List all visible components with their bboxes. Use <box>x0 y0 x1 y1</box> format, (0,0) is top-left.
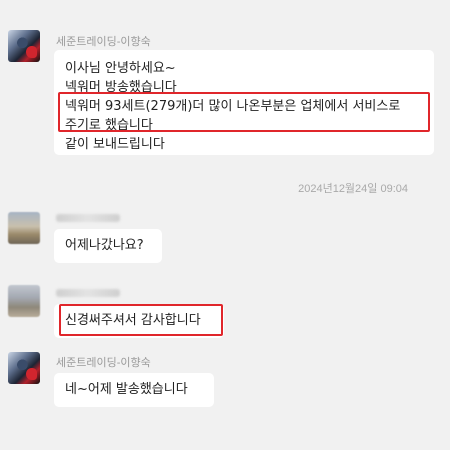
message-line: 어제나갔나요? <box>65 238 144 253</box>
avatar[interactable] <box>8 30 40 62</box>
highlight-box <box>59 304 223 336</box>
message-line: 이사님 안녕하세요~ <box>65 61 176 76</box>
message-line: 같이 보내드립니다 <box>65 137 165 152</box>
avatar[interactable] <box>8 285 40 317</box>
message-bubble[interactable]: 네~어제 발송했습니다 <box>54 373 214 407</box>
avatar[interactable] <box>8 212 40 244</box>
sender-name: 세준트레이딩-이향숙 <box>56 36 151 48</box>
avatar[interactable] <box>8 352 40 384</box>
timestamp: 2024년12월24일 09:04 <box>298 183 408 195</box>
highlight-box <box>58 92 430 132</box>
sender-name-blurred <box>56 289 120 297</box>
message-line: 네~어제 발송했습니다 <box>65 382 188 397</box>
sender-name: 세준트레이딩-이향숙 <box>56 357 151 369</box>
sender-name-blurred <box>56 214 120 222</box>
message-bubble[interactable]: 어제나갔나요? <box>54 229 162 263</box>
